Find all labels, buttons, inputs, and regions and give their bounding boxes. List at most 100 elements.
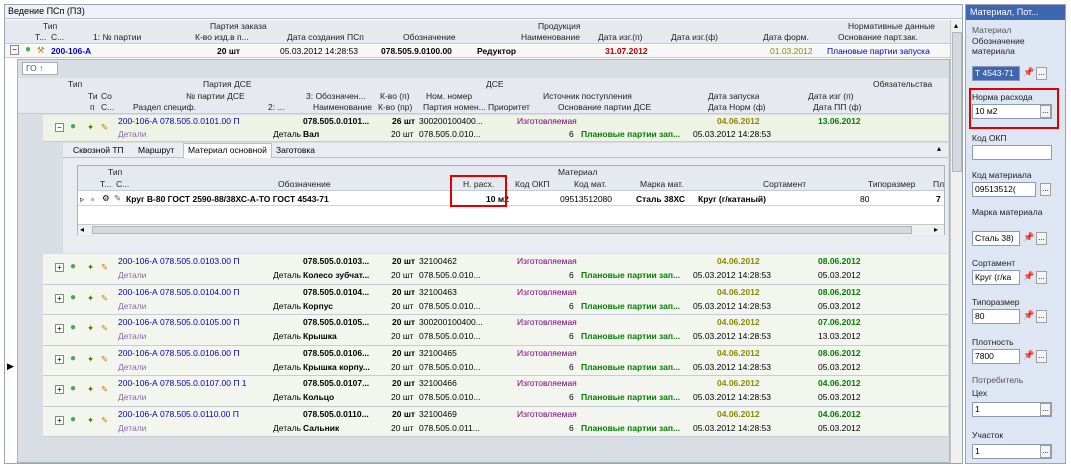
part-row[interactable]: + ● ✦ ✎ 200-106-А 078.505.0.0107.00 П 1 … bbox=[43, 376, 948, 407]
pin-icon[interactable]: 📌 bbox=[1023, 309, 1034, 322]
hdr-col-basis[interactable]: Основание парт.зак. bbox=[838, 32, 918, 43]
sub-col-p[interactable]: п bbox=[90, 102, 95, 113]
material-row[interactable]: ▹ ● ⚙ ✎ Круг В-80 ГОСТ 2590-88/38ХС-А-ТО… bbox=[78, 192, 944, 206]
part-row[interactable]: + ● ✦ ✎ 200-106-А 078.505.0.0106.00 П Де… bbox=[43, 345, 948, 376]
mat-col-pl[interactable]: Пл bbox=[933, 179, 944, 190]
part-row[interactable]: + ● ✦ ✎ 200-106-А 078.505.0.0110.00 П Де… bbox=[43, 406, 948, 437]
hdr-col-party-no[interactable]: 1: № партии bbox=[93, 32, 141, 43]
part-party[interactable]: 200-106-А 078.505.0.0106.00 П bbox=[118, 347, 239, 359]
part-row[interactable]: + ● ✦ ✎ 200-106-А 078.505.0.0105.00 П Де… bbox=[43, 315, 948, 346]
tab-through-tp[interactable]: Сквозной ТП bbox=[73, 144, 124, 157]
sub-col-nom[interactable]: Ном. номер bbox=[426, 91, 472, 102]
ellipsis-button[interactable]: ... bbox=[1036, 67, 1047, 80]
sidebar-density-input[interactable]: 7800 bbox=[972, 349, 1020, 364]
mat-col-code[interactable]: Код мат. bbox=[574, 179, 607, 190]
scroll-up-arrow-icon[interactable]: ▴ bbox=[954, 21, 958, 30]
scroll-right-arrow-icon[interactable]: ▸ bbox=[934, 225, 938, 234]
expand-toggle[interactable]: + bbox=[55, 415, 64, 425]
sidebar-okp-input[interactable] bbox=[972, 145, 1052, 160]
pin-icon[interactable]: 📌 bbox=[1023, 349, 1034, 362]
sub-col-qty-pr[interactable]: К-во (пр) bbox=[378, 102, 412, 113]
mat-col-okp[interactable]: Код ОКП bbox=[515, 179, 550, 190]
sub-col-source[interactable]: Источник поступления bbox=[543, 91, 632, 102]
ellipsis-button[interactable]: ... bbox=[1036, 232, 1047, 245]
sidebar-sortament-input[interactable]: Круг (г/ка bbox=[972, 270, 1020, 285]
hdr-col-qty[interactable]: К-во изд.в п... bbox=[195, 32, 249, 43]
edit-pencil-icon[interactable]: ✎ bbox=[101, 414, 108, 426]
edit-pencil-icon[interactable]: ✎ bbox=[101, 261, 108, 273]
sub-col-so[interactable]: Со bbox=[101, 91, 112, 102]
sub-col-pp-date[interactable]: Дата ПП (ф) bbox=[813, 102, 861, 113]
sub-col-designation[interactable]: 3: Обозначен... bbox=[306, 91, 366, 102]
hdr-col-name[interactable]: Наименование bbox=[521, 32, 580, 43]
group-by-box[interactable]: ГО ↑ bbox=[22, 62, 58, 75]
sub-col-name[interactable]: Наименование bbox=[313, 102, 372, 113]
hdr-col-date-plan[interactable]: Дата изг.(п) bbox=[598, 32, 643, 43]
part-party[interactable]: 200-106-А 078.505.0.0101.00 П bbox=[118, 115, 239, 127]
sub-col-s[interactable]: С... bbox=[101, 102, 114, 113]
sidebar-code-input[interactable]: 09513512( bbox=[972, 182, 1036, 197]
hdr-col-created[interactable]: Дата создания ПСп bbox=[287, 32, 364, 43]
sidebar-grade-input[interactable]: Сталь 38) bbox=[972, 231, 1020, 246]
sub-col-qty-p[interactable]: К-во (п) bbox=[380, 91, 410, 102]
mat-col-designation[interactable]: Обозначение bbox=[278, 179, 331, 190]
part-row[interactable]: + ● ✦ ✎ 200-106-А 078.505.0.0104.00 П Де… bbox=[43, 284, 948, 315]
ellipsis-button[interactable]: ... bbox=[1040, 403, 1051, 416]
tab-blank[interactable]: Заготовка bbox=[276, 144, 315, 157]
edit-pencil-icon[interactable]: ✎ bbox=[101, 322, 108, 334]
expand-toggle[interactable]: + bbox=[55, 324, 64, 333]
vertical-scrollbar[interactable]: ▴ bbox=[950, 20, 962, 463]
hdr-col-s[interactable]: С... bbox=[51, 32, 64, 43]
part-party[interactable]: 200-106-А 078.505.0.0110.00 П bbox=[118, 408, 239, 420]
sub-col-priority[interactable]: Приоритет bbox=[488, 102, 530, 113]
tab-main-material[interactable]: Материал основной bbox=[183, 143, 272, 158]
sidebar-designation-input[interactable]: Т 4543-71 bbox=[972, 66, 1020, 81]
tab-route[interactable]: Маршрут bbox=[138, 144, 174, 157]
part-party[interactable]: 200-106-А 078.505.0.0107.00 П 1 bbox=[118, 377, 247, 389]
order-party[interactable]: 200-106-А bbox=[51, 45, 91, 57]
hdr-col-date-fact[interactable]: Дата изг.(ф) bbox=[671, 32, 718, 43]
sub-col-basis[interactable]: Основание партии ДСЕ bbox=[558, 102, 651, 113]
sidebar-title[interactable]: Материал, Пот... bbox=[966, 5, 1065, 20]
expand-toggle[interactable]: + bbox=[55, 385, 64, 394]
part-party[interactable]: 200-106-А 078.505.0.0105.00 П bbox=[118, 316, 239, 328]
ellipsis-button[interactable]: ... bbox=[1040, 105, 1051, 118]
part-row-expanded[interactable]: − ● ✦ ✎ 200-106-А 078.505.0.0101.00 П Де… bbox=[43, 115, 948, 142]
part-party[interactable]: 200-106-А 078.505.0.0104.00 П bbox=[118, 286, 239, 298]
mat-col-size[interactable]: Типоразмер bbox=[868, 179, 915, 190]
ellipsis-button[interactable]: ... bbox=[1040, 183, 1051, 196]
edit-pencil-icon[interactable]: ✎ bbox=[101, 292, 108, 304]
ellipsis-button[interactable]: ... bbox=[1040, 445, 1051, 458]
edit-pencil-icon[interactable]: ✎ bbox=[101, 121, 108, 133]
expand-toggle[interactable]: + bbox=[55, 293, 64, 303]
collapse-toggle-part[interactable]: − bbox=[55, 123, 64, 132]
scroll-left-arrow-icon[interactable]: ◂ bbox=[80, 225, 84, 234]
pin-icon[interactable]: 📌 bbox=[1023, 270, 1034, 283]
expand-toggle[interactable]: + bbox=[55, 354, 64, 364]
pin-icon[interactable]: 📌 bbox=[1023, 231, 1034, 244]
part-row[interactable]: + ● ✦ ✎ 200-106-А 078.505.0.0103.00 П Де… bbox=[43, 254, 948, 285]
sub-col-section[interactable]: Раздел специф. bbox=[133, 102, 196, 113]
hdr-col-date-form[interactable]: Дата форм. bbox=[763, 32, 809, 43]
edit-pencil-icon[interactable]: ✎ bbox=[101, 353, 108, 365]
mat-col-t[interactable]: Т... bbox=[100, 179, 111, 190]
pin-icon[interactable]: 📌 bbox=[1023, 66, 1034, 79]
ellipsis-button[interactable]: ... bbox=[1036, 310, 1047, 323]
sub-col-make[interactable]: Дата изг (п) bbox=[808, 91, 854, 102]
sidebar-size-input[interactable]: 80 bbox=[972, 309, 1020, 324]
mat-col-s[interactable]: С... bbox=[116, 179, 129, 190]
hdr-col-designation[interactable]: Обозначение bbox=[403, 32, 456, 43]
sub-col-ti[interactable]: Ти bbox=[88, 91, 98, 102]
order-row[interactable]: − ● ⚒ 200-106-А 20 шт 05.03.2012 14:28:5… bbox=[5, 44, 950, 58]
horizontal-scrollbar[interactable]: ◂ ▸ bbox=[78, 224, 944, 235]
hdr-col-t[interactable]: Т... bbox=[35, 32, 46, 43]
ellipsis-button[interactable]: ... bbox=[1036, 350, 1047, 363]
vertical-scroll-thumb[interactable] bbox=[952, 32, 962, 172]
sub-col-2[interactable]: 2: ... bbox=[268, 102, 285, 113]
sub-col-start[interactable]: Дата запуска bbox=[708, 91, 759, 102]
scroll-thumb[interactable] bbox=[92, 226, 912, 234]
material-edit-icon[interactable]: ✎ bbox=[114, 192, 121, 204]
mat-col-grade[interactable]: Марка мат. bbox=[640, 179, 683, 190]
part-party[interactable]: 200-106-А 078.505.0.0103.00 П bbox=[118, 255, 239, 267]
ellipsis-button[interactable]: ... bbox=[1036, 271, 1047, 284]
